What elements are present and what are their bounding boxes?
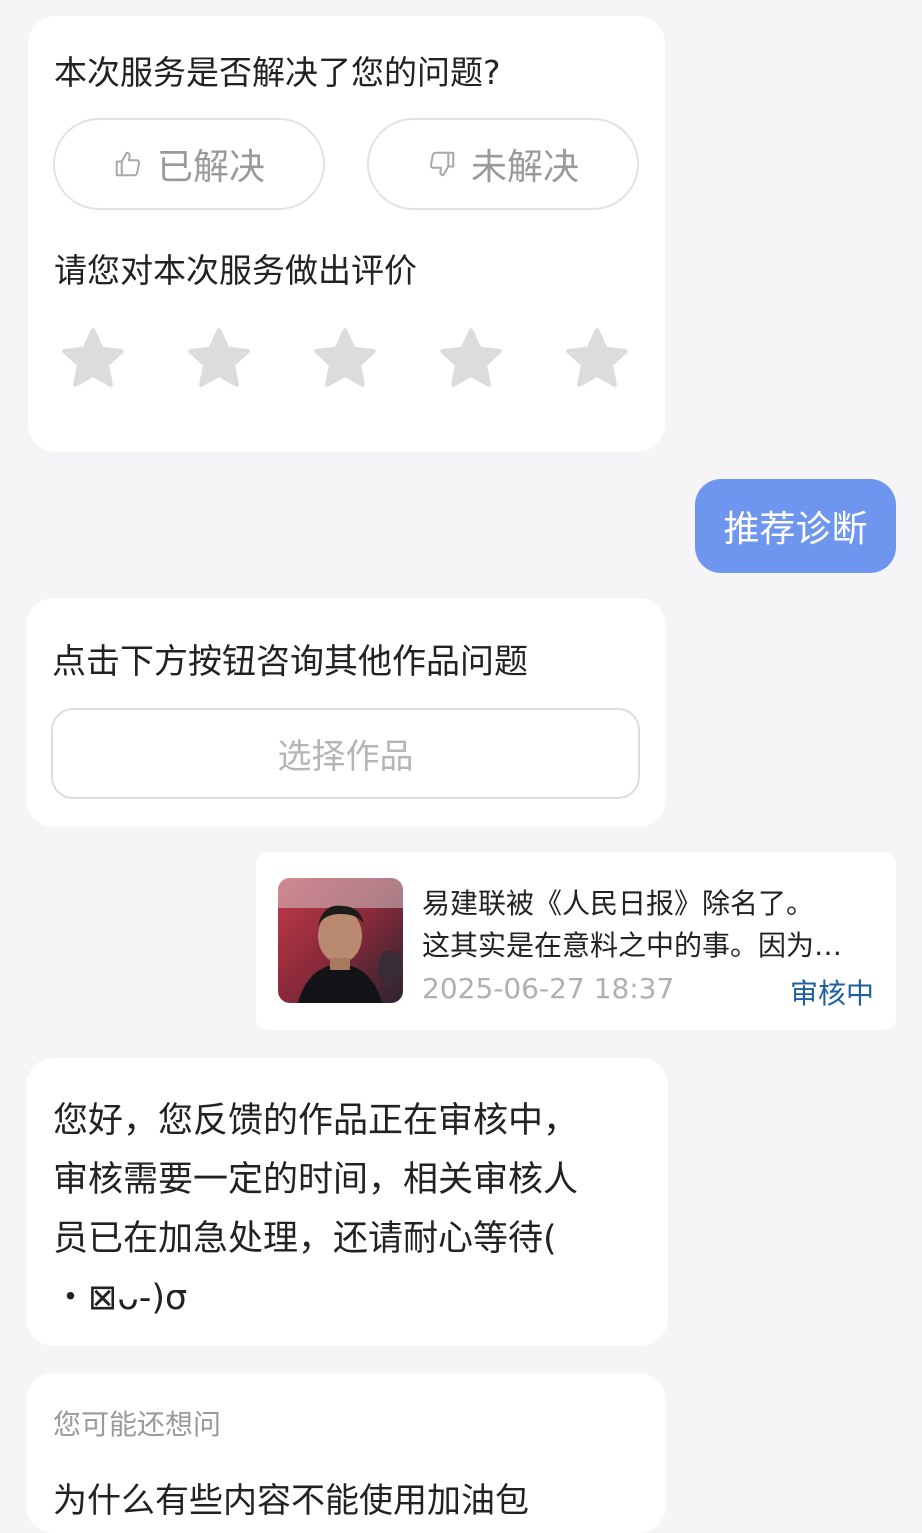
work-title-line1: 易建联被《人民日报》除名了。 (422, 887, 815, 920)
reply-text-line: 审核需要一定的时间，相关审核人 (53, 1160, 579, 1200)
star-rating (58, 324, 638, 394)
work-thumbnail (278, 878, 403, 1003)
select-work-card: 点击下方按钮咨询其他作品问题 选择作品 (26, 598, 666, 827)
recommend-diagnosis-text: 推荐诊断 (723, 509, 868, 550)
select-work-prompt: 点击下方按钮咨询其他作品问题 (52, 642, 528, 682)
reply-text-line: 员已在加急处理，还请耐心等待( (53, 1219, 557, 1259)
reply-message-card: 您好，您反馈的作品正在审核中， 审核需要一定的时间，相关审核人 员已在加急处理，… (26, 1058, 668, 1346)
select-work-button[interactable]: 选择作品 (51, 708, 640, 799)
work-timestamp: 2025-06-27 18:37 (422, 972, 675, 1005)
recommend-diagnosis-bubble[interactable]: 推荐诊断 (695, 479, 896, 573)
thumbs-up-icon (115, 151, 141, 177)
thumbs-down-icon (429, 151, 455, 177)
work-status-badge: 审核中 (789, 977, 874, 1010)
reply-text-line: 您好，您反馈的作品正在审核中， (53, 1101, 579, 1141)
unresolved-label: 未解决 (470, 147, 579, 188)
star-icon[interactable] (184, 324, 254, 394)
resolved-button[interactable]: 已解决 (53, 118, 325, 210)
star-icon[interactable] (58, 324, 128, 394)
resolved-label: 已解决 (156, 147, 265, 188)
feedback-question: 本次服务是否解决了您的问题? (54, 53, 501, 92)
reply-emoticon: ・⊠ᴗ-)σ (53, 1278, 188, 1318)
star-icon[interactable] (436, 324, 506, 394)
select-work-label: 选择作品 (277, 737, 414, 777)
star-icon[interactable] (310, 324, 380, 394)
work-title-line2: 这其实是在意料之中的事。因为… (422, 929, 843, 962)
unresolved-button[interactable]: 未解决 (367, 118, 639, 210)
work-card[interactable]: 易建联被《人民日报》除名了。 这其实是在意料之中的事。因为… 2025-06-2… (256, 852, 896, 1030)
feedback-card: 本次服务是否解决了您的问题? 已解决 未解决 请您对本次服务做出评价 (28, 16, 665, 452)
suggestions-card: 您可能还想问 为什么有些内容不能使用加油包 (26, 1373, 666, 1533)
rating-prompt: 请您对本次服务做出评价 (54, 251, 417, 290)
suggestions-title: 您可能还想问 (53, 1408, 222, 1441)
star-icon[interactable] (562, 324, 632, 394)
